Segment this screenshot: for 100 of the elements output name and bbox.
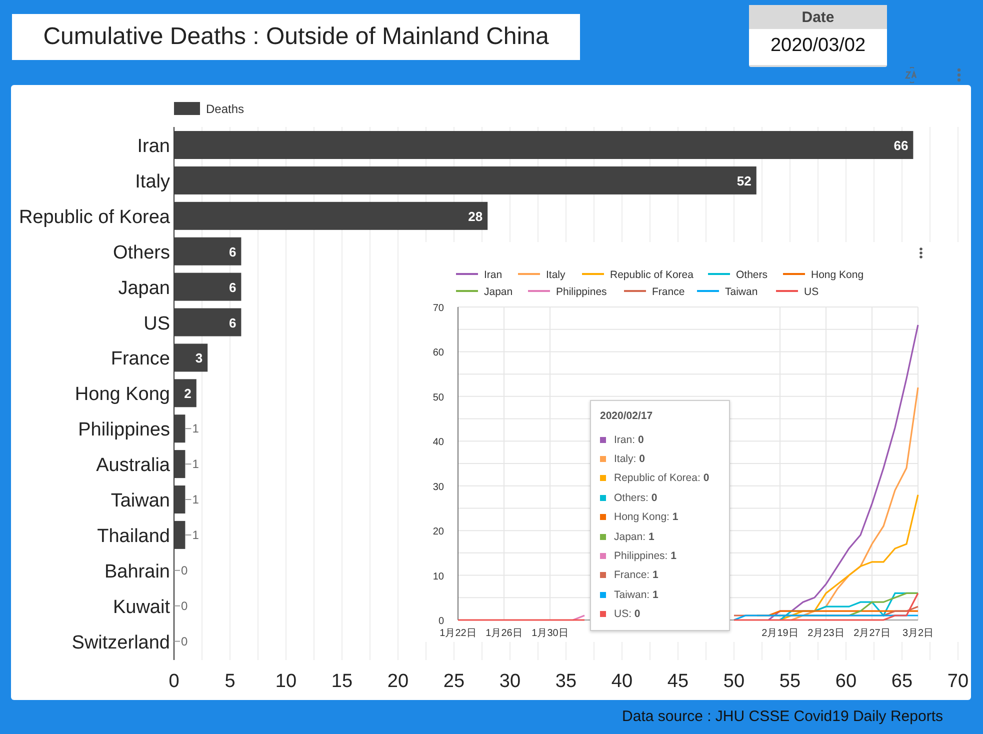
axis-tick-label: 0	[168, 671, 180, 692]
axis-tick-label: 40	[432, 437, 444, 448]
legend-label: Japan	[484, 286, 513, 298]
axis-tick-label: 2月23日	[808, 628, 844, 639]
axis-tick-label: 50	[723, 671, 745, 692]
tooltip-title: 2020/02/17	[600, 410, 654, 422]
tooltip-value: Taiwan: 1	[614, 588, 658, 601]
bar-value: 6	[228, 315, 236, 330]
data-label: 1	[192, 422, 200, 436]
bar-value: 0	[174, 563, 188, 578]
axis-tick-label: 45	[667, 671, 689, 692]
category-label: Bahrain	[104, 561, 170, 582]
category-label: Republic of Korea	[18, 206, 170, 228]
category-label: US	[144, 313, 170, 334]
axis-tick-label: 50	[432, 392, 444, 404]
bar-value: 1	[184, 457, 199, 472]
tooltip-value: France: 1	[614, 569, 658, 582]
tooltip-value: US: 0	[614, 608, 640, 620]
bar-value: 6	[228, 244, 236, 260]
bar-value: 66	[894, 138, 908, 153]
axis-tick-label: 35	[555, 671, 577, 692]
data-label: 0	[181, 598, 188, 613]
axis-tick-label: 25	[443, 671, 465, 692]
axis-tick-label: 2月27日	[854, 628, 890, 639]
category-label: Australia	[96, 455, 170, 476]
date-filter-value: 2020/03/02	[769, 34, 867, 58]
date-filter-label: Date	[749, 5, 887, 29]
tooltip-value: Iran: 0	[614, 434, 644, 446]
data-label: 1	[192, 457, 200, 472]
tooltip-value: Republic of Korea: 0	[614, 472, 710, 484]
tooltip-value: Hong Kong: 1	[614, 511, 678, 524]
axis-tick-label: 10	[432, 571, 444, 582]
data-label: 1	[192, 528, 200, 542]
legend-label: Italy	[546, 269, 566, 281]
legend-label: France	[652, 286, 685, 298]
axis-tick-label: 40	[611, 671, 633, 692]
legend-item: Iran	[456, 269, 502, 281]
axis-tick-label: 0	[438, 616, 444, 627]
category-label: Japan	[118, 278, 170, 299]
legend-label: Taiwan	[725, 286, 758, 298]
legend-item: Hong Kong	[783, 269, 864, 281]
category-label: Kuwait	[112, 596, 170, 618]
axis-tick-label: 1月26日	[486, 628, 522, 639]
bar-value: 0	[174, 634, 188, 648]
legend-label: Deaths	[206, 102, 244, 116]
legend-item: France	[624, 286, 685, 298]
legend-item: Republic of Korea	[582, 269, 694, 281]
bar-value: 0	[174, 598, 188, 613]
bar-value: 1	[184, 528, 199, 542]
bar-value: 6	[228, 280, 236, 295]
data-source-note: Data source : JHU CSSE Covid19 Daily Reports	[622, 708, 943, 725]
bar-value: 3	[195, 350, 203, 366]
legend-item: Others	[708, 269, 768, 281]
category-label: Hong Kong	[74, 384, 170, 406]
axis-tick-label: 20	[432, 526, 444, 538]
legend-item: Philippines	[528, 286, 607, 298]
category-label: Thailand	[97, 526, 170, 547]
axis-tick-label: 70	[432, 303, 444, 314]
legend-item: Japan	[456, 286, 513, 298]
axis-tick-label: 30	[499, 671, 521, 692]
tooltip-value: Philippines: 1	[614, 550, 676, 562]
category-label: Iran	[137, 136, 170, 157]
legend-label: Hong Kong	[811, 269, 864, 281]
legend-item: US	[776, 286, 819, 298]
axis-tick-label: 1月30日	[532, 628, 568, 639]
legend-label: Philippines	[556, 286, 607, 298]
legend-label: Iran	[484, 269, 502, 281]
axis-tick-label: 65	[891, 671, 913, 692]
legend-item: Italy	[518, 269, 566, 281]
data-label: 1	[192, 492, 200, 506]
bar-value: 1	[184, 422, 199, 436]
data-label: 0	[181, 563, 188, 578]
tooltip-value: Others: 0	[614, 492, 658, 504]
axis-tick-label: 1月22日	[440, 628, 476, 639]
legend-item: Taiwan	[697, 286, 758, 298]
category-label: Others	[112, 242, 170, 264]
axis-tick-label: 20	[387, 671, 409, 692]
category-label: Philippines	[78, 420, 170, 441]
axis-tick-label: 30	[432, 482, 444, 493]
tooltip-value: Japan: 1	[614, 530, 654, 543]
bar-value: 1	[184, 492, 199, 506]
category-label: Switzerland	[72, 632, 170, 654]
axis-tick-label: 60	[835, 671, 857, 692]
legend-label: Republic of Korea	[610, 269, 694, 281]
bar-value: 2	[184, 386, 192, 402]
axis-tick-label: 15	[331, 671, 353, 692]
category-label: Italy	[135, 171, 170, 192]
dashboard-title: Cumulative Deaths : Outside of Mainland China	[12, 14, 580, 60]
axis-tick-label: 2月19日	[762, 628, 798, 639]
legend-label: US	[804, 286, 819, 298]
category-label: Taiwan	[110, 490, 170, 512]
data-label: 0	[181, 634, 188, 648]
axis-tick-label: 5	[224, 671, 236, 692]
axis-tick-label: 55	[779, 671, 801, 692]
axis-tick-label: 70	[947, 671, 969, 692]
axis-tick-label: 60	[432, 348, 444, 359]
bar-value: 52	[736, 173, 752, 188]
bar-value: 28	[468, 208, 483, 224]
category-label: France	[110, 348, 170, 370]
tooltip-value: Italy: 0	[614, 453, 645, 466]
